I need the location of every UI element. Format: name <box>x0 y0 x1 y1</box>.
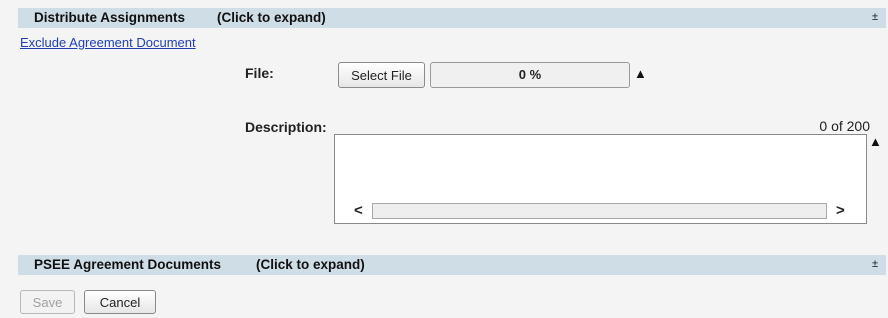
expand-icon[interactable]: ± <box>872 258 878 270</box>
select-file-button[interactable]: Select File <box>338 62 425 88</box>
character-counter: 0 of 200 <box>819 118 870 134</box>
cancel-button[interactable]: Cancel <box>84 290 156 314</box>
section-title: Distribute Assignments <box>34 10 186 25</box>
file-label: File: <box>245 65 274 81</box>
section-header-distribute-assignments[interactable]: Distribute Assignments (Click to expand)… <box>18 8 886 28</box>
expand-icon[interactable]: ± <box>872 11 878 23</box>
description-label: Description: <box>245 119 327 135</box>
upload-progress-bar: 0 % <box>430 62 630 88</box>
section-hint: (Click to expand) <box>256 257 365 272</box>
warning-icon: ▲ <box>869 134 882 149</box>
section-header-psee-agreement-documents[interactable]: PSEE Agreement Documents (Click to expan… <box>18 255 886 275</box>
progress-text: 0 % <box>518 67 542 82</box>
warning-icon: ▲ <box>634 66 647 81</box>
chevron-left-icon[interactable]: < <box>354 202 363 219</box>
exclude-agreement-document-link[interactable]: Exclude Agreement Document <box>20 35 196 50</box>
save-button[interactable]: Save <box>20 290 75 314</box>
chevron-right-icon[interactable]: > <box>836 202 845 219</box>
horizontal-scrollbar[interactable] <box>372 203 827 219</box>
section-title: PSEE Agreement Documents <box>34 257 222 272</box>
section-hint: (Click to expand) <box>217 10 326 25</box>
